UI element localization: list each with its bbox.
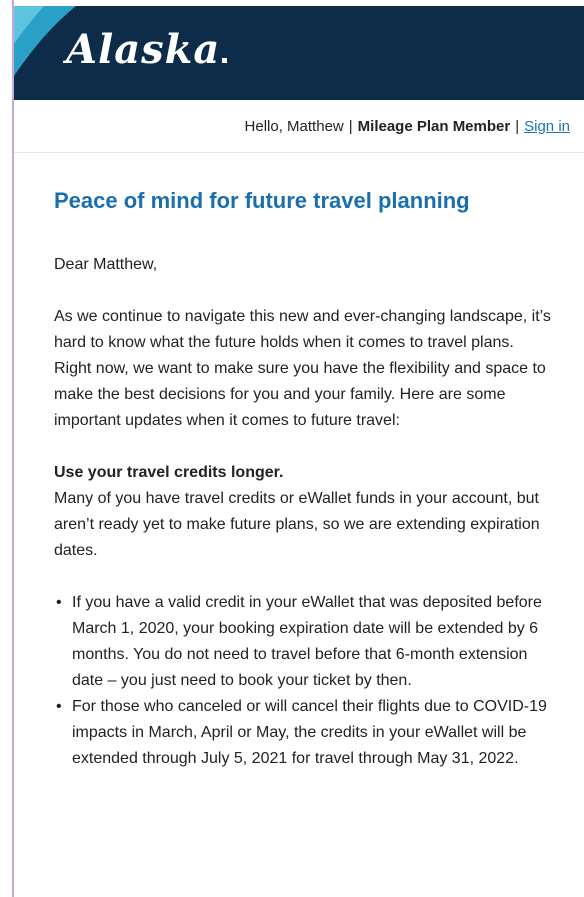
email-title: Peace of mind for future travel planning	[54, 188, 470, 213]
section-heading: Use your travel credits longer.	[54, 464, 284, 481]
list-item-text: For those who canceled or will cancel th…	[72, 698, 547, 767]
alaska-logo[interactable]: Alaska	[66, 26, 228, 73]
list-item-text: If you have a valid credit in your eWall…	[72, 594, 542, 689]
list-item: • If you have a valid credit in your eWa…	[54, 590, 554, 694]
salutation: Dear Matthew,	[54, 256, 158, 273]
bullet-icon: •	[56, 594, 62, 611]
email-body: Peace of mind for future travel planning…	[54, 186, 554, 772]
logo-text: Alaska	[66, 26, 221, 73]
bullet-icon: •	[56, 698, 62, 715]
separator: |	[515, 118, 520, 135]
greeting-bar: Hello, Matthew | Mileage Plan Member | Sign …	[14, 100, 584, 153]
separator: |	[348, 118, 353, 135]
list-item: • For those who canceled or will cancel …	[54, 694, 554, 772]
sign-in-link[interactable]: Sign in	[524, 118, 570, 135]
section-body: Many of you have travel credits or eWall…	[54, 490, 540, 559]
greeting-line: Hello, Matthew | Mileage Plan Member | Sign …	[245, 118, 570, 135]
email-view: Alaska Hello, Matthew | Mileage Plan Membe…	[0, 0, 584, 897]
email-header: Alaska	[14, 6, 584, 100]
intro-paragraph: As we continue to navigate this new and …	[54, 308, 551, 429]
member-status: Mileage Plan Member	[357, 118, 511, 135]
bullet-list: • If you have a valid credit in your eWa…	[54, 590, 554, 772]
hello-text: Hello, Matthew	[244, 118, 344, 135]
logo-dot	[222, 58, 228, 63]
